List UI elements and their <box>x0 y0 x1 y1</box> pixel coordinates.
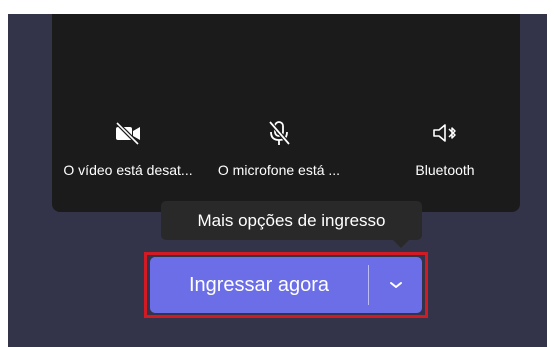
video-preview-panel: O vídeo está desat... O microfone está .… <box>52 14 520 212</box>
join-options-dropdown-button[interactable] <box>369 257 422 313</box>
audio-device-label: Bluetooth <box>415 162 475 178</box>
microphone-off-icon <box>268 120 291 146</box>
bluetooth-speaker-icon <box>433 124 456 142</box>
video-toggle-button[interactable]: O vídeo está desat... <box>48 118 208 178</box>
camera-off-icon <box>115 121 140 146</box>
join-button-group: Ingressar agora <box>150 257 422 313</box>
chevron-down-icon <box>389 282 402 288</box>
tooltip-arrow <box>393 240 409 248</box>
join-now-button[interactable]: Ingressar agora <box>150 257 368 313</box>
microphone-toggle-button[interactable]: O microfone está ... <box>194 118 364 178</box>
join-options-tooltip: Mais opções de ingresso <box>161 201 422 240</box>
audio-device-button[interactable]: Bluetooth <box>390 118 500 178</box>
microphone-status-label: O microfone está ... <box>217 162 341 178</box>
meeting-prejoin-screen: O vídeo está desat... O microfone está .… <box>8 14 547 347</box>
video-status-label: O vídeo está desat... <box>63 162 193 178</box>
